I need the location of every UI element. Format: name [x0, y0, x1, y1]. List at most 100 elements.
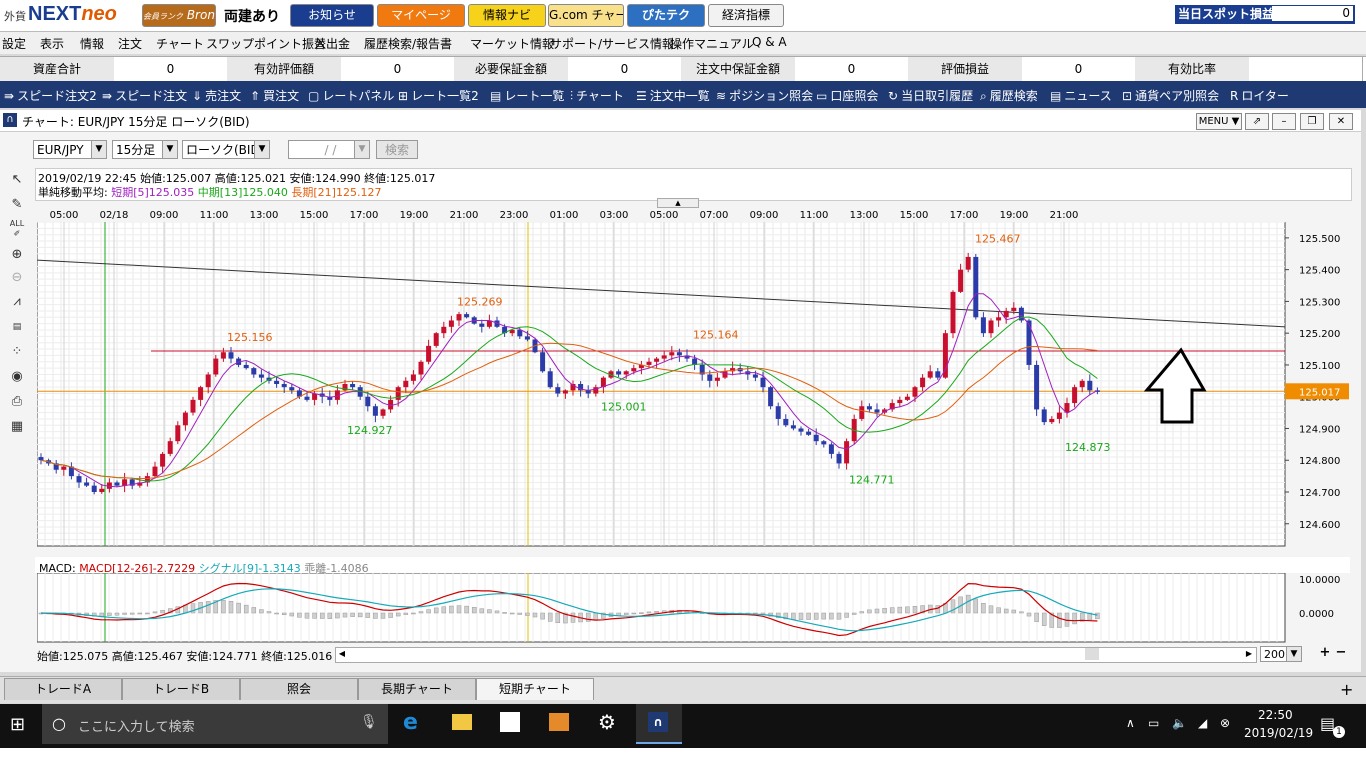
- notice-button[interactable]: お知らせ: [290, 4, 374, 27]
- candle-body: [281, 384, 287, 388]
- mypage-button[interactable]: マイページ: [377, 4, 465, 27]
- history-search-button[interactable]: ⌕ 履歴検索: [980, 87, 1038, 104]
- settings-gear-icon[interactable]: ⚙: [598, 710, 616, 734]
- scroll-right-icon[interactable]: ▶: [1243, 648, 1255, 660]
- menu-item[interactable]: 情報: [80, 35, 104, 52]
- macd-chart[interactable]: 10.0000 0.0000: [37, 573, 1350, 643]
- rate-list2-button[interactable]: ⊞ レート一覧2: [398, 87, 479, 104]
- macd-histogram-bar: [266, 611, 272, 614]
- x-tick-label: 09:00: [750, 210, 779, 221]
- chart-scrollbar[interactable]: [335, 647, 1257, 663]
- tab-4[interactable]: 短期チャート: [476, 678, 594, 700]
- clock-time[interactable]: 22:50: [1258, 708, 1293, 722]
- windows-start-icon[interactable]: ⊞: [10, 714, 25, 735]
- candle-body: [828, 444, 834, 454]
- erase-all-icon[interactable]: ALL ✐: [5, 218, 29, 242]
- summary-value: 0: [795, 57, 909, 81]
- taskbar-search-input[interactable]: ここに入力して検索: [78, 716, 195, 735]
- menu-item[interactable]: サポート/サービス情報: [550, 35, 674, 52]
- menu-item[interactable]: 入出金: [314, 35, 350, 52]
- restore-icon[interactable]: ❐: [1300, 113, 1324, 130]
- menu-item[interactable]: 設定: [2, 35, 26, 52]
- toolbar-label: レートパネル: [322, 89, 395, 103]
- tab-2[interactable]: 照会: [240, 678, 358, 700]
- macd-histogram-bar: [806, 612, 811, 620]
- rate-list-button[interactable]: ▤ レート一覧: [490, 87, 564, 104]
- timeframe-select[interactable]: 15分足 ▼: [112, 140, 178, 159]
- add-tab-icon[interactable]: +: [1340, 680, 1353, 699]
- pitatech-button[interactable]: ぴたテク: [627, 4, 705, 27]
- chart-button[interactable]: ⫶ チャート: [570, 87, 624, 104]
- macd-histogram-bar: [502, 612, 507, 614]
- plus-icon[interactable]: +: [1318, 646, 1332, 660]
- settings-dots-icon[interactable]: ⁘: [5, 340, 29, 364]
- zoom-in-icon[interactable]: ⊕: [5, 243, 29, 267]
- scroll-thumb[interactable]: [1085, 648, 1099, 660]
- nextneo-app-icon: ∩: [648, 712, 668, 732]
- eye-icon[interactable]: ◉: [5, 365, 29, 389]
- tray-chevron-icon[interactable]: ∧: [1126, 716, 1135, 730]
- toolbar-icon: ⫶: [570, 89, 574, 103]
- minimize-icon[interactable]: –: [1272, 113, 1296, 130]
- scale-icon[interactable]: ▤: [5, 315, 29, 339]
- macd-histogram-bar: [228, 601, 234, 614]
- store-icon[interactable]: [500, 712, 520, 732]
- menu-item[interactable]: 表示: [40, 35, 64, 52]
- news-button[interactable]: ▤ ニュース: [1050, 87, 1112, 104]
- candle-body: [958, 269, 964, 292]
- battery-icon[interactable]: ▭: [1148, 716, 1159, 730]
- print-icon[interactable]: ⎙: [5, 390, 29, 414]
- reuters-button[interactable]: R ロイター: [1230, 87, 1289, 104]
- x-tick-label: 05:00: [50, 210, 79, 221]
- macd-histogram-bar: [152, 611, 158, 614]
- menu-item[interactable]: 履歴検索/報告書: [364, 35, 452, 52]
- edge-icon[interactable]: e: [403, 710, 418, 735]
- tab-0[interactable]: トレードA: [4, 678, 122, 700]
- order-list-button[interactable]: ☰ 注文中一覧: [636, 87, 710, 104]
- scroll-left-icon[interactable]: ◀: [336, 648, 348, 660]
- buy-order-button[interactable]: ⇑ 買注文: [250, 87, 299, 104]
- pair-inquiry-button[interactable]: ⊡ 通貨ペア別照会: [1122, 87, 1219, 104]
- pencil-icon[interactable]: ✎: [5, 193, 29, 217]
- bars-count-select[interactable]: 200 ▼: [1260, 646, 1302, 662]
- gcom-chart-button[interactable]: G.com チャート: [548, 4, 624, 27]
- menu-item[interactable]: 操作マニュアル: [670, 35, 754, 52]
- search-button[interactable]: 検索: [376, 140, 418, 159]
- network-icon[interactable]: ◢: [1198, 716, 1207, 730]
- rate-panel-button[interactable]: ▢ レートパネル: [308, 87, 394, 104]
- price-chart[interactable]: 125.156 124.927 125.269 125.001 125.164 124.7…: [37, 222, 1350, 547]
- account-button[interactable]: ▭ 口座照会: [816, 87, 878, 104]
- pair-select[interactable]: EUR/JPY ▼: [33, 140, 107, 159]
- pin-icon[interactable]: ⇗: [1245, 113, 1269, 130]
- position-button[interactable]: ≋ ポジション照会: [716, 87, 813, 104]
- economic-indicator-button[interactable]: 経済指標: [708, 4, 784, 27]
- minus-icon[interactable]: −: [1334, 646, 1348, 660]
- indicator-icon[interactable]: ⩘: [5, 290, 29, 314]
- tab-1[interactable]: トレードB: [122, 678, 240, 700]
- volume-icon[interactable]: 🔈: [1172, 716, 1187, 730]
- menu-item[interactable]: スワップポイント振替: [206, 35, 326, 52]
- info-navi-button[interactable]: 情報ナビ: [468, 4, 546, 27]
- close-circle-icon[interactable]: ⊗: [1220, 716, 1230, 730]
- speed-order2-button[interactable]: ⇛ スピード注文2: [4, 87, 97, 104]
- date-input[interactable]: / / ▼: [288, 140, 370, 159]
- menu-item[interactable]: チャート: [156, 35, 204, 52]
- zoom-out-icon[interactable]: ⊖: [5, 266, 29, 290]
- macd-histogram-bar: [464, 605, 469, 614]
- microphone-icon[interactable]: 🎙: [360, 714, 378, 730]
- grid-icon[interactable]: ▦: [5, 415, 29, 439]
- tab-3[interactable]: 長期チャート: [358, 678, 476, 700]
- close-icon[interactable]: ✕: [1329, 113, 1353, 130]
- today-history-button[interactable]: ↻ 当日取引履歴: [888, 87, 973, 104]
- menu-item[interactable]: マーケット情報: [470, 35, 554, 52]
- sell-order-button[interactable]: ⇓ 売注文: [192, 87, 241, 104]
- chart-menu-button[interactable]: MENU ▼: [1196, 113, 1242, 130]
- menu-item[interactable]: 注文: [118, 35, 142, 52]
- pointer-icon[interactable]: ↖: [5, 168, 29, 192]
- file-explorer-icon[interactable]: [452, 714, 472, 730]
- media-player-icon[interactable]: [549, 713, 569, 731]
- clock-date[interactable]: 2019/02/19: [1244, 726, 1313, 740]
- speed-order-button[interactable]: ⇛ スピード注文: [102, 87, 187, 104]
- candle-type-select[interactable]: ローソク(BID) ▼: [182, 140, 270, 159]
- menu-item[interactable]: Q & A: [752, 35, 787, 49]
